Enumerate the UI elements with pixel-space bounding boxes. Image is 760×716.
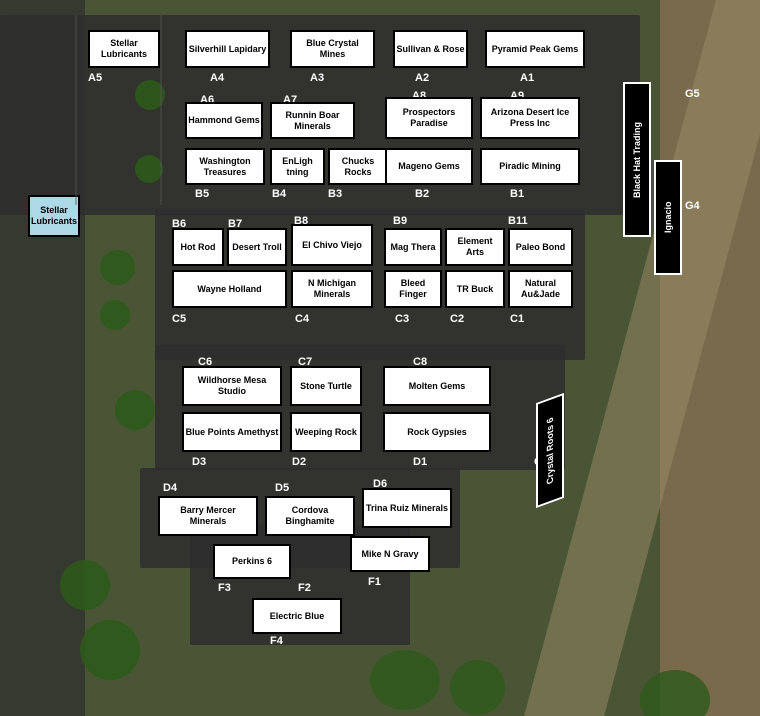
booth-blue-points-amethyst: Blue Points Amethyst	[182, 412, 282, 452]
booth-natural-au-jade: Natural Au&Jade	[508, 270, 573, 308]
row-label-b5: B5	[195, 188, 209, 200]
booth-chucks-rocks: Chucks Rocks	[328, 148, 388, 185]
booth-paleo-bond: Paleo Bond	[508, 228, 573, 266]
row-label-b4: B4	[272, 188, 286, 200]
porta-potties-label: Stellar Lubricants	[30, 205, 78, 227]
row-label-b3: B3	[328, 188, 342, 200]
row-label-d4: D4	[163, 482, 177, 494]
booth-prospectors-paradise: Prospectors Paradise	[385, 97, 473, 139]
booth-desert-troll: Desert Troll	[227, 228, 287, 266]
booth-blue-crystal-mines: Blue Crystal Mines	[290, 30, 375, 68]
row-label-c4: C4	[295, 313, 309, 325]
booth-wayne-holland: Wayne Holland	[172, 270, 287, 308]
row-label-f3: F3	[218, 582, 231, 594]
booth-mageno-gems: Mageno Gems	[385, 148, 473, 185]
booth-element-arts: Element Arts	[445, 228, 505, 266]
row-label-d3: D3	[192, 456, 206, 468]
booth-stone-turtle: Stone Turtle	[290, 366, 362, 406]
row-label-d1: D1	[413, 456, 427, 468]
booth-mike-n-gravy: Mike N Gravy	[350, 536, 430, 572]
booth-bleed-finger: Bleed Finger	[384, 270, 442, 308]
row-label-d5: D5	[275, 482, 289, 494]
row-label-c2: C2	[450, 313, 464, 325]
booth-arizona-desert-ice: Arizona Desert Ice Press Inc	[480, 97, 580, 139]
booth-runnin-boar-minerals: Runnin Boar Minerals	[270, 102, 355, 139]
booth-enlightning: EnLigh tning	[270, 148, 325, 185]
booth-molten-gems: Molten Gems	[383, 366, 491, 406]
booth-barry-mercer-minerals: Barry Mercer Minerals	[158, 496, 258, 536]
row-label-f1: F1	[368, 576, 381, 588]
row-label-a1: A1	[520, 72, 534, 84]
booth-trina-ruiz-minerals: Trina Ruiz Minerals	[362, 488, 452, 528]
booth-black-hat-trading: Black Hat Trading	[623, 82, 651, 237]
booth-sullivan-rose: Sullivan & Rose	[393, 30, 468, 68]
booth-wildhorse-mesa-studio: Wildhorse Mesa Studio	[182, 366, 282, 406]
row-label-c5: C5	[172, 313, 186, 325]
booth-pyramid-peak-gems: Pyramid Peak Gems	[485, 30, 585, 68]
booth-mag-thera: Mag Thera	[384, 228, 442, 266]
row-label-c1: C1	[510, 313, 524, 325]
booth-n-michigan-minerals: N Michigan Minerals	[291, 270, 373, 308]
row-label-d2: D2	[292, 456, 306, 468]
row-label-g5: G5	[685, 88, 700, 100]
booth-weeping-rock: Weeping Rock	[290, 412, 362, 452]
row-label-a2: A2	[415, 72, 429, 84]
booth-hot-rod: Hot Rod	[172, 228, 224, 266]
booth-el-chivo-viejo: El Chivo Viejo	[291, 224, 373, 266]
booth-tr-buck: TR Buck	[445, 270, 505, 308]
row-label-f2: F2	[298, 582, 311, 594]
booth-hammond-gems: Hammond Gems	[185, 102, 263, 139]
row-label-g4: G4	[685, 200, 700, 212]
row-label-b9: B9	[393, 215, 407, 227]
booth-piradic-mining: Piradic Mining	[480, 148, 580, 185]
booth-stellar-lubricants: Stellar Lubricants	[88, 30, 160, 68]
booth-cordova-binghamite: Cordova Binghamite	[265, 496, 355, 536]
row-label-f4: F4	[270, 635, 283, 647]
booth-washington-treasures: Washington Treasures	[185, 148, 265, 185]
porta-potties: Stellar Lubricants	[28, 195, 80, 237]
booth-perkins-6: Perkins 6	[213, 544, 291, 579]
booth-rock-gypsies: Rock Gypsies	[383, 412, 491, 452]
row-label-a3: A3	[310, 72, 324, 84]
booth-electric-blue: Electric Blue	[252, 598, 342, 634]
map-container: Stellar Lubricants A5 A4 A3 A2 A1 A6 A7 …	[0, 0, 760, 716]
booth-silverhill-lapidary: Silverhill Lapidary	[185, 30, 270, 68]
row-label-b2: B2	[415, 188, 429, 200]
row-label-a5: A5	[88, 72, 102, 84]
row-label-b1: B1	[510, 188, 524, 200]
row-label-a4: A4	[210, 72, 224, 84]
row-label-b11: B11	[508, 215, 528, 227]
row-label-c3: C3	[395, 313, 409, 325]
booth-crystal-roots-6: Crystal Roots 6	[536, 393, 564, 508]
booth-ignacio: Ignacio	[654, 160, 682, 275]
